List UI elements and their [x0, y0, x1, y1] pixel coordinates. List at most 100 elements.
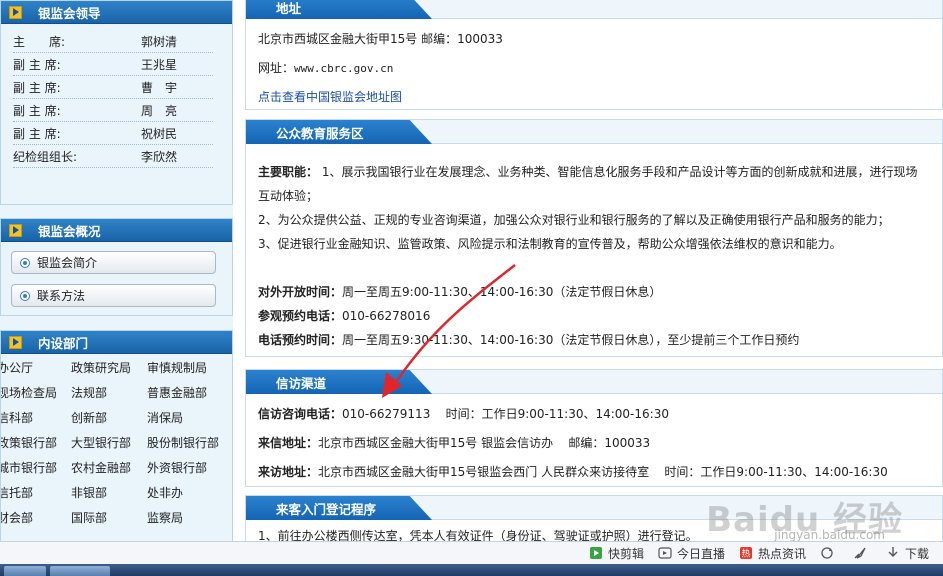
departments-panel-title: 内设部门 — [38, 335, 89, 351]
leader-name[interactable]: 曹 宇 — [141, 79, 177, 96]
address-body: 北京市西城区金融大街甲15号 邮编：100033 网址：www.cbrc.gov… — [246, 19, 942, 120]
leader-name[interactable]: 郭树清 — [141, 33, 177, 50]
visit-time: 工作日9:00-11:30、14:00-16:30 — [700, 465, 888, 479]
baidu-watermark-url: jingyan.baidu.com — [774, 528, 885, 542]
play-arrow-icon — [9, 223, 22, 237]
refresh-button[interactable] — [820, 546, 839, 560]
visit-phone-line: 参观预约电话：010-66278016 — [258, 304, 930, 328]
visit-phone-label: 参观预约电话： — [258, 309, 343, 323]
contact-button[interactable]: 联系方法 — [11, 284, 216, 307]
dept-link[interactable]: 财会部 — [1, 509, 71, 526]
education-section-header: 公众教育服务区 — [246, 120, 942, 144]
bullet-icon — [20, 290, 30, 301]
left-sidebar: 银监会领导 主 席: 郭树清 副 主 席: 王兆星 副 主 席: 曹 宇 副 主 席:… — [0, 0, 233, 548]
dept-link[interactable]: 审慎规制局 — [147, 359, 232, 376]
taskbar-button[interactable] — [50, 566, 110, 576]
play-arrow-icon — [9, 335, 22, 349]
live-button[interactable]: 今日直播 — [658, 545, 725, 562]
map-link[interactable]: 点击查看中国银监会地址图 — [258, 90, 402, 104]
leader-title: 副 主 席: — [13, 57, 61, 72]
letter-line: 来信地址：北京市西城区金融大街甲15号 银监会信访办 邮编：100033 — [258, 429, 930, 458]
visit-phone-value: 010-66278016 — [342, 309, 431, 323]
education-tab: 公众教育服务区 — [246, 120, 432, 144]
dept-link[interactable]: 大型银行部 — [71, 434, 147, 451]
address-section-header: 地址 — [246, 0, 942, 19]
dept-row: 办公厅 政策研究局 审慎规制局 — [1, 355, 232, 380]
departments-grid: 办公厅 政策研究局 审慎规制局 现场检查局 法规部 普惠金融部 信科部 创新部 消保局 政策… — [1, 355, 232, 530]
dept-link[interactable]: 普惠金融部 — [147, 384, 232, 401]
open-time-label: 对外开放时间： — [258, 285, 343, 299]
letter-label: 来信地址： — [258, 436, 319, 450]
leader-title: 副 主 席: — [13, 80, 61, 95]
consult-phone: 010-66279113 — [342, 407, 431, 421]
quick-clip-button[interactable]: 快剪辑 — [589, 545, 644, 562]
leader-row: 副 主 席: 祝树民 — [13, 122, 213, 145]
petition-body: 信访咨询电话：010-66279113 时间：工作日9:00-11:30、14:… — [246, 394, 942, 495]
download-label: 下载 — [904, 546, 929, 561]
dept-link[interactable]: 监察局 — [147, 509, 232, 526]
hot-news-button[interactable]: 热 热点资讯 — [739, 545, 806, 562]
leader-name[interactable]: 李欣然 — [141, 148, 177, 165]
dept-link[interactable]: 创新部 — [71, 409, 147, 426]
dept-link[interactable]: 政策银行部 — [1, 434, 71, 451]
duty-line-1b: 互动体验； — [258, 189, 319, 203]
dept-link[interactable]: 国际部 — [71, 509, 147, 526]
education-section: 公众教育服务区 主要职能： 1、展示我国银行业在发展理念、业务种类、智能信息化服… — [245, 119, 943, 357]
live-label: 今日直播 — [676, 546, 725, 561]
website-link[interactable]: www.cbrc.gov.cn — [294, 62, 393, 75]
dept-link[interactable]: 政策研究局 — [71, 359, 147, 376]
education-body: 主要职能： 1、展示我国银行业在发展理念、业务种类、智能信息化服务手段和产品设计… — [246, 144, 942, 360]
speed-button[interactable] — [853, 546, 872, 560]
visit-time-label: 时间： — [664, 465, 701, 479]
refresh-icon — [820, 546, 834, 560]
leader-row: 纪检组组长: 李欣然 — [13, 145, 213, 168]
website-label: 网址： — [258, 61, 295, 75]
leader-name[interactable]: 周 亮 — [141, 102, 177, 119]
dept-link[interactable]: 处非办 — [147, 484, 232, 501]
dept-link[interactable]: 现场检查局 — [1, 384, 71, 401]
dept-link[interactable]: 消保局 — [147, 409, 232, 426]
browser-status-bar: 快剪辑 今日直播 热 热点资讯 下载 — [0, 541, 943, 564]
live-icon — [658, 546, 672, 560]
leader-row: 副 主 席: 王兆星 — [13, 53, 213, 76]
svg-text:热: 热 — [741, 548, 750, 560]
phone-time-label: 电话预约时间： — [258, 333, 343, 347]
dept-link[interactable]: 非银部 — [71, 484, 147, 501]
leader-row: 副 主 席: 周 亮 — [13, 99, 213, 122]
duty-line-3: 3、促进银行业金融知识、监管政策、风险提示和法制教育的宣传普及，帮助公众增强依法… — [258, 237, 842, 251]
petition-tab: 信访渠道 — [246, 370, 432, 394]
download-button[interactable]: 下载 — [886, 545, 929, 562]
dept-link[interactable]: 办公厅 — [1, 359, 71, 376]
letter-address: 北京市西城区金融大街甲15号 银监会信访办 — [318, 436, 554, 450]
hot-news-label: 热点资讯 — [757, 546, 806, 561]
dept-link[interactable]: 法规部 — [71, 384, 147, 401]
dept-link[interactable]: 股份制银行部 — [147, 434, 232, 451]
consult-line: 信访咨询电话：010-66279113 时间：工作日9:00-11:30、14:… — [258, 400, 930, 429]
rocket-icon — [853, 546, 867, 560]
map-link-line: 点击查看中国银监会地址图 — [258, 83, 930, 112]
dept-link[interactable]: 信科部 — [1, 409, 71, 426]
play-arrow-icon — [9, 5, 22, 19]
leader-title: 副 主 席: — [13, 126, 61, 141]
leader-name[interactable]: 祝树民 — [141, 125, 177, 142]
contact-button-label: 联系方法 — [37, 289, 86, 303]
leader-name[interactable]: 王兆星 — [141, 56, 177, 73]
dept-row: 财会部 国际部 监察局 — [1, 505, 232, 530]
duty-line-2: 2、为公众提供公益、正规的专业咨询渠道，加强公众对银行业和银行服务的了解以及正确… — [258, 213, 890, 227]
dept-link[interactable]: 农村金融部 — [71, 459, 147, 476]
dept-row: 现场检查局 法规部 普惠金融部 — [1, 380, 232, 405]
quick-clip-icon — [589, 546, 603, 560]
dept-link[interactable]: 外资银行部 — [147, 459, 232, 476]
intro-button[interactable]: 银监会简介 — [11, 251, 216, 274]
duty-line-1: 主要职能： 1、展示我国银行业在发展理念、业务种类、智能信息化服务手段和产品设计… — [258, 160, 930, 184]
guest-tab: 来客入门登记程序 — [246, 496, 432, 520]
leaders-panel-title: 银监会领导 — [38, 5, 101, 21]
consult-time-label: 时间： — [445, 407, 482, 421]
dept-link[interactable]: 城市银行部 — [1, 459, 71, 476]
taskbar-button[interactable] — [4, 566, 46, 576]
dept-row: 政策银行部 大型银行部 股份制银行部 — [1, 430, 232, 455]
dept-link[interactable]: 信托部 — [1, 484, 71, 501]
consult-label: 信访咨询电话： — [258, 407, 343, 421]
leaders-panel: 银监会领导 主 席: 郭树清 副 主 席: 王兆星 副 主 席: 曹 宇 副 主 席:… — [0, 0, 233, 205]
address-tab: 地址 — [246, 0, 432, 19]
